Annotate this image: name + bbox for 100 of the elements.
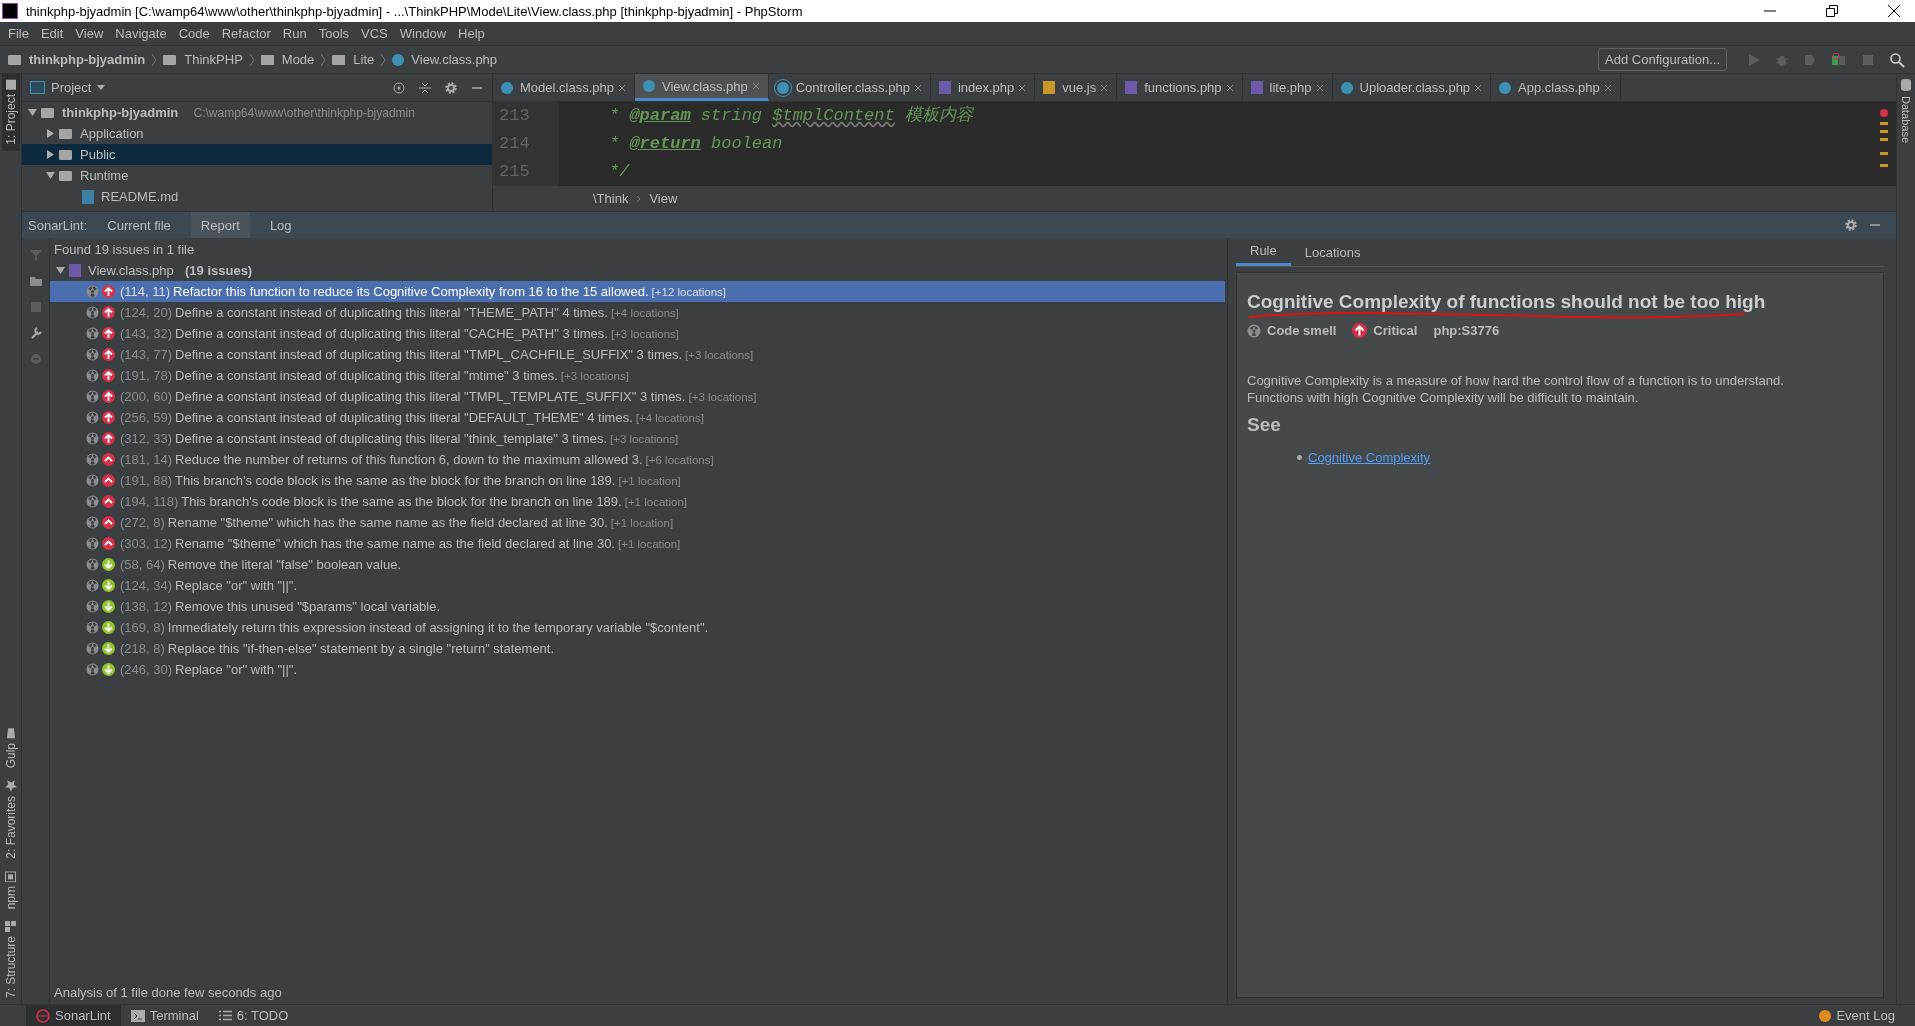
tool-window-button[interactable]: 1: Project bbox=[1, 74, 20, 151]
add-configuration-button[interactable]: Add Configuration... bbox=[1598, 48, 1727, 71]
issue-row[interactable]: (246, 30) Replace "or" with "||". bbox=[50, 659, 1225, 680]
restore-icon[interactable] bbox=[1825, 4, 1839, 18]
file-icon bbox=[1043, 81, 1056, 94]
tool-window-button[interactable]: 7: Structure bbox=[1, 914, 20, 1004]
tree-item[interactable]: README.md bbox=[22, 186, 492, 207]
editor-tab[interactable]: View.class.php bbox=[634, 74, 769, 101]
detail-tab[interactable]: Locations bbox=[1290, 238, 1375, 266]
clear-icon[interactable] bbox=[28, 352, 43, 366]
panel-tab[interactable]: Current file bbox=[97, 212, 181, 238]
breadcrumb-item[interactable]: Lite bbox=[332, 52, 375, 67]
code-smell-icon bbox=[86, 495, 99, 508]
issue-row[interactable]: (169, 8) Immediately return this expression instead of assigning it to the temporary variable "$content". bbox=[50, 617, 1225, 638]
markdown-file-icon bbox=[82, 189, 94, 204]
panel-tab[interactable]: Log bbox=[259, 212, 302, 238]
detail-tab[interactable]: Rule bbox=[1236, 238, 1291, 266]
issue-row[interactable]: (312, 33) Define a constant instead of duplicating this literal "think_template" 3 times. [+3 locations] bbox=[50, 428, 1225, 449]
issue-row[interactable]: (181, 14) Reduce the number of returns of this function 6, down to the maximum allowed 3. [+6 locations] bbox=[50, 449, 1225, 470]
code-smell-icon bbox=[86, 516, 99, 529]
tool-window-button[interactable]: Gulp bbox=[1, 720, 20, 774]
editor-tab[interactable]: lite.php bbox=[1242, 74, 1333, 101]
search-icon[interactable] bbox=[1889, 51, 1905, 68]
editor-tab[interactable]: index.php bbox=[930, 74, 1036, 101]
issue-row[interactable]: (272, 8) Rename "$theme" which has the same name as the field declared at line 30. [+1 location] bbox=[50, 512, 1225, 533]
settings-icon[interactable] bbox=[1844, 218, 1858, 232]
file-icon bbox=[1250, 81, 1263, 94]
editor-tab[interactable]: App.class.php bbox=[1491, 74, 1621, 101]
project-view-dropdown[interactable]: Project bbox=[30, 80, 106, 95]
tree-item[interactable]: thinkphp-bjyadmin C:\wamp64\www\other\thinkphp-bjyadmin bbox=[22, 102, 492, 123]
tool-window-button[interactable]: Database bbox=[1900, 94, 1912, 146]
issue-row[interactable]: (191, 78) Define a constant instead of duplicating this literal "mtime" 3 times. [+3 locations] bbox=[50, 365, 1225, 386]
editor-tab[interactable]: Uploader.class.php bbox=[1332, 74, 1492, 101]
settings-icon[interactable] bbox=[444, 80, 458, 95]
code-smell-icon bbox=[86, 306, 99, 319]
caret-icon bbox=[97, 85, 106, 90]
menu-item[interactable]: VCS bbox=[355, 26, 394, 41]
breadcrumb-item[interactable]: View.class.php bbox=[392, 52, 498, 67]
stop-icon[interactable] bbox=[1861, 52, 1875, 67]
tree-item[interactable]: Public bbox=[22, 144, 492, 165]
profiler-icon[interactable] bbox=[1831, 52, 1847, 67]
close-icon[interactable] bbox=[1887, 4, 1901, 18]
issue-row[interactable]: (194, 118) This branch's code block is the same as the block for the branch on line 189. [+1 location] bbox=[50, 491, 1225, 512]
menu-item[interactable]: File bbox=[2, 26, 35, 41]
issue-row[interactable]: (191, 88) This branch's code block is the same as the block for the branch on line 189. [+1 location] bbox=[50, 470, 1225, 491]
issue-row[interactable]: (138, 12) Remove this unused "$params" local variable. bbox=[50, 596, 1225, 617]
editor-tab[interactable]: vue.js bbox=[1035, 74, 1118, 101]
tree-item[interactable]: Runtime bbox=[22, 165, 492, 186]
menu-item[interactable]: Navigate bbox=[109, 26, 173, 41]
menu-item[interactable]: Help bbox=[452, 26, 491, 41]
locate-icon[interactable] bbox=[392, 80, 406, 95]
issue-row[interactable]: (143, 32) Define a constant instead of duplicating this literal "CACHE_PATH" 3 times. [+3 locations] bbox=[50, 323, 1225, 344]
menu-item[interactable]: Code bbox=[172, 26, 216, 41]
tool-window-tab[interactable]: 6: TODO bbox=[208, 1005, 299, 1026]
menu-item[interactable]: Refactor bbox=[215, 26, 277, 41]
issue-row[interactable]: (256, 59) Define a constant instead of duplicating this literal "DEFAULT_THEME" 4 times. [+4 locations] bbox=[50, 407, 1225, 428]
menu-item[interactable]: Run bbox=[276, 26, 313, 41]
chevron-icon bbox=[636, 194, 642, 203]
breadcrumb-item[interactable]: thinkphp-bjyadmin bbox=[8, 52, 146, 67]
breadcrumb-item[interactable]: \Think bbox=[593, 191, 629, 206]
rule-link[interactable]: Cognitive Complexity bbox=[1308, 450, 1431, 465]
class-icon bbox=[1499, 81, 1512, 94]
panel-tab[interactable]: Report bbox=[190, 212, 250, 238]
issue-row[interactable]: (218, 8) Replace this "if-then-else" statement by a single "return" statement. bbox=[50, 638, 1225, 659]
issue-row[interactable]: (200, 60) Define a constant instead of duplicating this literal "TMPL_TEMPLATE_SUFFIX" 3 times. [+3 locations] bbox=[50, 386, 1225, 407]
code-smell-icon bbox=[1247, 323, 1261, 338]
editor-tab[interactable]: Controller.class.php bbox=[768, 74, 931, 101]
event-log-button[interactable]: Event Log bbox=[1809, 1005, 1905, 1026]
breadcrumb-item[interactable]: ThinkPHP bbox=[163, 52, 243, 67]
editor-tab[interactable]: functions.php bbox=[1117, 74, 1243, 101]
tree-item[interactable]: View.class.php (19 issues) bbox=[50, 260, 1227, 281]
menu-item[interactable]: Edit bbox=[34, 26, 70, 41]
issue-row[interactable]: (143, 77) Define a constant instead of duplicating this literal "TMPL_CACHFILE_SUFFIX" 3 times. [+3 locations] bbox=[50, 344, 1225, 365]
funnel-icon[interactable] bbox=[28, 248, 43, 262]
panel-title: SonarLint: bbox=[27, 217, 88, 233]
tool-window-button[interactable]: 2: Favorites bbox=[1, 773, 20, 865]
code-smell-icon bbox=[86, 390, 99, 403]
menu-item[interactable]: Window bbox=[393, 26, 453, 41]
issue-row[interactable]: (114, 11) Refactor this function to reduce its Cognitive Complexity from 16 to the 15 allowed. [+12 locations] bbox=[50, 281, 1225, 302]
editor-tab[interactable]: Model.class.php bbox=[493, 74, 635, 101]
breadcrumb-item[interactable]: Mode bbox=[260, 52, 315, 67]
tool-window-tab[interactable]: Terminal bbox=[120, 1005, 209, 1026]
folder-icon[interactable] bbox=[28, 274, 43, 288]
class-icon bbox=[642, 80, 655, 92]
file-icon bbox=[938, 81, 951, 94]
collapse-icon[interactable] bbox=[418, 80, 432, 95]
file-icon bbox=[1125, 81, 1138, 94]
issue-row[interactable]: (124, 20) Define a constant instead of duplicating this literal "THEME_PATH" 4 times. [+4 locations] bbox=[50, 302, 1225, 323]
menu-item[interactable]: View bbox=[69, 26, 110, 41]
breadcrumb-item[interactable]: View bbox=[649, 191, 678, 206]
tool-window-button[interactable]: npm bbox=[1, 864, 20, 915]
issue-row[interactable]: (303, 12) Rename "$theme" which has the same name as the field declared at line 30. [+1 location] bbox=[50, 533, 1225, 554]
tool-window-tab[interactable]: SonarLint bbox=[26, 1005, 121, 1026]
issue-row[interactable]: (124, 34) Replace "or" with "||". bbox=[50, 575, 1225, 596]
run-icon[interactable] bbox=[1747, 52, 1761, 67]
issue-row[interactable]: (58, 64) Remove the literal "false" boolean value. bbox=[50, 554, 1225, 575]
coverage-icon[interactable] bbox=[1803, 52, 1817, 67]
tree-item[interactable]: Application bbox=[22, 123, 492, 144]
menu-item[interactable]: Tools bbox=[312, 26, 356, 41]
square-icon[interactable] bbox=[28, 300, 43, 314]
